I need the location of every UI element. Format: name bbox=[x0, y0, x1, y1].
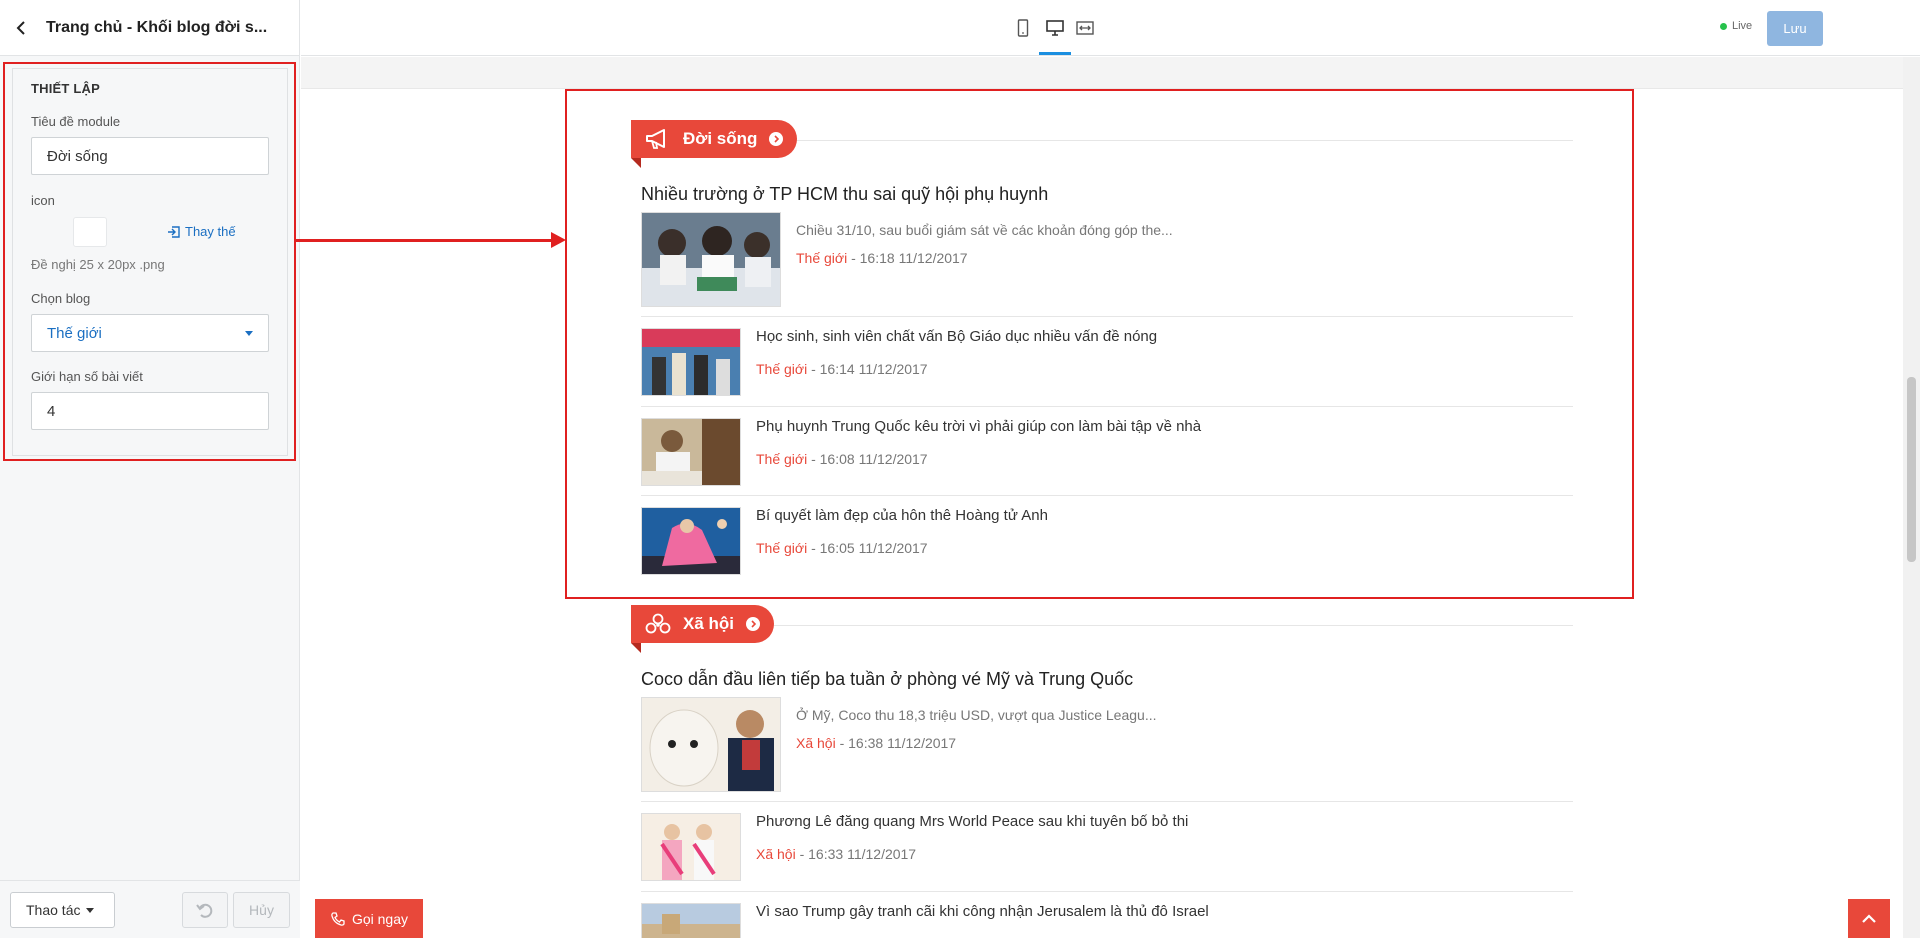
phone-icon bbox=[331, 911, 345, 926]
back-to-top-button[interactable] bbox=[1848, 899, 1890, 938]
chevron-up-icon bbox=[1862, 913, 1876, 923]
undo-icon bbox=[196, 903, 213, 918]
editor-topbar: Live Lưu bbox=[301, 0, 1920, 56]
list-item-title[interactable]: Vì sao Trump gây tranh cãi khi công nhận… bbox=[756, 903, 1209, 920]
list-divider bbox=[641, 891, 1573, 892]
annotation-arrow bbox=[296, 239, 554, 242]
list-item-image[interactable] bbox=[641, 903, 741, 938]
save-button[interactable]: Lưu bbox=[1767, 11, 1823, 46]
featured-post-excerpt: Ở Mỹ, Coco thu 18,3 triệu USD, vượt qua … bbox=[796, 707, 1157, 723]
sidebar-header: Trang chủ - Khối blog đời s... bbox=[0, 0, 299, 56]
module-title: Xã hội bbox=[683, 614, 735, 633]
list-divider bbox=[641, 801, 1573, 802]
featured-post-title[interactable]: Coco dẫn đầu liên tiếp ba tuần ở phòng v… bbox=[641, 669, 1133, 690]
post-category-link[interactable]: Xã hội bbox=[796, 735, 836, 751]
module-header: Xã hội bbox=[631, 605, 1573, 653]
actions-label: Thao tác bbox=[26, 902, 81, 918]
preview-scrollbar[interactable] bbox=[1903, 57, 1920, 938]
fullwidth-view-icon[interactable] bbox=[1075, 18, 1095, 38]
preview-top-strip bbox=[301, 57, 1903, 89]
sidebar-footer: Thao tác Hủy bbox=[0, 880, 300, 938]
live-label: Live bbox=[1732, 20, 1753, 32]
chevron-right-icon bbox=[746, 617, 761, 631]
back-arrow-icon[interactable] bbox=[12, 19, 30, 37]
module-title-tab[interactable]: Xã hội bbox=[631, 605, 775, 653]
blog-module-xa-hoi: Xã hội Coco dẫn đầu liên tiếp ba tuần ở … bbox=[631, 605, 1573, 938]
scrollbar-thumb[interactable] bbox=[1907, 377, 1916, 562]
featured-post-image[interactable] bbox=[641, 697, 781, 792]
list-item-title[interactable]: Phương Lê đăng quang Mrs World Peace sau… bbox=[756, 813, 1188, 830]
featured-post-meta: Xã hội - 16:38 11/12/2017 bbox=[796, 735, 956, 751]
desktop-view-icon[interactable] bbox=[1045, 18, 1065, 38]
annotation-box-preview bbox=[565, 89, 1634, 599]
list-item-meta: Xã hội - 16:33 11/12/2017 bbox=[756, 846, 916, 862]
post-category-link[interactable]: Xã hội bbox=[756, 846, 796, 862]
status-dot-icon bbox=[1720, 22, 1727, 30]
post-time: - 16:33 11/12/2017 bbox=[795, 846, 917, 862]
live-status: Live bbox=[1720, 20, 1752, 32]
caret-down-icon bbox=[86, 907, 95, 913]
list-item-image[interactable] bbox=[641, 813, 741, 881]
clover-icon bbox=[645, 613, 671, 634]
mobile-view-icon[interactable] bbox=[1013, 18, 1033, 38]
call-now-label: Gọi ngay bbox=[351, 910, 409, 927]
sidebar-title: Trang chủ - Khối blog đời s... bbox=[46, 18, 268, 36]
actions-dropdown[interactable]: Thao tác bbox=[10, 892, 115, 928]
settings-sidebar: Trang chủ - Khối blog đời s... THIẾT LẬP… bbox=[0, 0, 300, 938]
active-view-indicator bbox=[1039, 52, 1071, 55]
cancel-button[interactable]: Hủy bbox=[233, 892, 290, 928]
annotation-box-settings bbox=[3, 62, 296, 461]
call-now-button[interactable]: Gọi ngay bbox=[315, 899, 423, 938]
undo-button[interactable] bbox=[182, 892, 228, 928]
annotation-arrow-head bbox=[551, 232, 566, 248]
post-time: - 16:38 11/12/2017 bbox=[835, 735, 957, 751]
